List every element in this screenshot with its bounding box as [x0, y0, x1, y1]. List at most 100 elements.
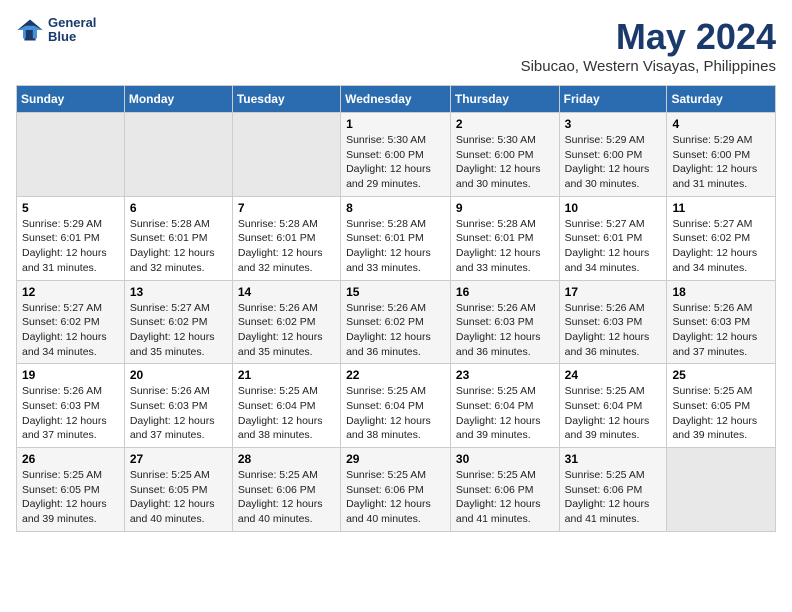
main-title: May 2024	[521, 16, 776, 58]
day-number: 13	[130, 285, 227, 299]
day-info: Sunrise: 5:25 AM Sunset: 6:05 PM Dayligh…	[22, 468, 119, 527]
day-number: 8	[346, 201, 445, 215]
day-number: 15	[346, 285, 445, 299]
day-number: 28	[238, 452, 335, 466]
day-info: Sunrise: 5:25 AM Sunset: 6:04 PM Dayligh…	[565, 384, 662, 443]
logo-icon	[16, 16, 44, 44]
day-number: 24	[565, 368, 662, 382]
logo: General Blue	[16, 16, 96, 45]
day-info: Sunrise: 5:27 AM Sunset: 6:01 PM Dayligh…	[565, 217, 662, 276]
day-info: Sunrise: 5:25 AM Sunset: 6:04 PM Dayligh…	[238, 384, 335, 443]
calendar-cell: 19 Sunrise: 5:26 AM Sunset: 6:03 PM Dayli…	[17, 364, 125, 448]
day-info: Sunrise: 5:26 AM Sunset: 6:02 PM Dayligh…	[238, 301, 335, 360]
day-number: 25	[672, 368, 770, 382]
calendar-week-5: 26Sunrise: 5:25 AM Sunset: 6:05 PM Dayli…	[17, 448, 776, 532]
day-number: 2	[456, 117, 554, 131]
calendar-cell: 17 Sunrise: 5:26 AM Sunset: 6:03 PM Dayli…	[559, 280, 667, 364]
day-info: Sunrise: 5:25 AM Sunset: 6:04 PM Dayligh…	[456, 384, 554, 443]
day-number: 10	[565, 201, 662, 215]
calendar-cell	[232, 113, 340, 197]
calendar-cell: 3 Sunrise: 5:29 AM Sunset: 6:00 PM Daylig…	[559, 113, 667, 197]
calendar-cell: 26Sunrise: 5:25 AM Sunset: 6:05 PM Dayli…	[17, 448, 125, 532]
day-info: Sunrise: 5:27 AM Sunset: 6:02 PM Dayligh…	[672, 217, 770, 276]
calendar-cell: 9Sunrise: 5:28 AM Sunset: 6:01 PM Daylig…	[450, 196, 559, 280]
column-header-saturday: Saturday	[667, 86, 776, 113]
day-number: 27	[130, 452, 227, 466]
day-info: Sunrise: 5:26 AM Sunset: 6:03 PM Dayligh…	[565, 301, 662, 360]
calendar-cell: 25 Sunrise: 5:25 AM Sunset: 6:05 PM Dayli…	[667, 364, 776, 448]
column-header-wednesday: Wednesday	[341, 86, 451, 113]
day-number: 11	[672, 201, 770, 215]
calendar-cell	[124, 113, 232, 197]
calendar-cell	[667, 448, 776, 532]
calendar-cell: 11 Sunrise: 5:27 AM Sunset: 6:02 PM Dayli…	[667, 196, 776, 280]
calendar-cell: 14 Sunrise: 5:26 AM Sunset: 6:02 PM Dayli…	[232, 280, 340, 364]
day-info: Sunrise: 5:25 AM Sunset: 6:06 PM Dayligh…	[346, 468, 445, 527]
column-header-thursday: Thursday	[450, 86, 559, 113]
day-number: 19	[22, 368, 119, 382]
day-number: 30	[456, 452, 554, 466]
day-number: 5	[22, 201, 119, 215]
calendar-header-row: SundayMondayTuesdayWednesdayThursdayFrid…	[17, 86, 776, 113]
day-number: 16	[456, 285, 554, 299]
calendar-cell: 2 Sunrise: 5:30 AM Sunset: 6:00 PM Daylig…	[450, 113, 559, 197]
day-info: Sunrise: 5:25 AM Sunset: 6:06 PM Dayligh…	[238, 468, 335, 527]
day-number: 1	[346, 117, 445, 131]
day-info: Sunrise: 5:28 AM Sunset: 6:01 PM Dayligh…	[238, 217, 335, 276]
day-info: Sunrise: 5:26 AM Sunset: 6:03 PM Dayligh…	[456, 301, 554, 360]
subtitle: Sibucao, Western Visayas, Philippines	[521, 58, 776, 75]
day-number: 31	[565, 452, 662, 466]
calendar-cell: 15 Sunrise: 5:26 AM Sunset: 6:02 PM Dayli…	[341, 280, 451, 364]
calendar-week-4: 19 Sunrise: 5:26 AM Sunset: 6:03 PM Dayli…	[17, 364, 776, 448]
day-number: 22	[346, 368, 445, 382]
calendar-cell: 31 Sunrise: 5:25 AM Sunset: 6:06 PM Dayli…	[559, 448, 667, 532]
day-number: 20	[130, 368, 227, 382]
calendar-week-2: 5 Sunrise: 5:29 AM Sunset: 6:01 PM Daylig…	[17, 196, 776, 280]
calendar-cell: 27 Sunrise: 5:25 AM Sunset: 6:05 PM Dayli…	[124, 448, 232, 532]
day-number: 23	[456, 368, 554, 382]
day-info: Sunrise: 5:25 AM Sunset: 6:05 PM Dayligh…	[672, 384, 770, 443]
calendar-cell: 20 Sunrise: 5:26 AM Sunset: 6:03 PM Dayli…	[124, 364, 232, 448]
day-info: Sunrise: 5:29 AM Sunset: 6:00 PM Dayligh…	[672, 133, 770, 192]
day-info: Sunrise: 5:26 AM Sunset: 6:03 PM Dayligh…	[22, 384, 119, 443]
day-number: 17	[565, 285, 662, 299]
day-info: Sunrise: 5:25 AM Sunset: 6:06 PM Dayligh…	[565, 468, 662, 527]
calendar-cell: 4 Sunrise: 5:29 AM Sunset: 6:00 PM Daylig…	[667, 113, 776, 197]
column-header-friday: Friday	[559, 86, 667, 113]
day-info: Sunrise: 5:25 AM Sunset: 6:06 PM Dayligh…	[456, 468, 554, 527]
day-info: Sunrise: 5:29 AM Sunset: 6:00 PM Dayligh…	[565, 133, 662, 192]
column-header-sunday: Sunday	[17, 86, 125, 113]
day-number: 7	[238, 201, 335, 215]
day-number: 4	[672, 117, 770, 131]
calendar-cell: 8Sunrise: 5:28 AM Sunset: 6:01 PM Daylig…	[341, 196, 451, 280]
calendar-cell: 28 Sunrise: 5:25 AM Sunset: 6:06 PM Dayli…	[232, 448, 340, 532]
day-info: Sunrise: 5:25 AM Sunset: 6:04 PM Dayligh…	[346, 384, 445, 443]
day-info: Sunrise: 5:30 AM Sunset: 6:00 PM Dayligh…	[346, 133, 445, 192]
calendar-cell: 21 Sunrise: 5:25 AM Sunset: 6:04 PM Dayli…	[232, 364, 340, 448]
calendar-week-3: 12Sunrise: 5:27 AM Sunset: 6:02 PM Dayli…	[17, 280, 776, 364]
calendar-cell: 5 Sunrise: 5:29 AM Sunset: 6:01 PM Daylig…	[17, 196, 125, 280]
day-number: 29	[346, 452, 445, 466]
day-number: 21	[238, 368, 335, 382]
day-info: Sunrise: 5:26 AM Sunset: 6:03 PM Dayligh…	[130, 384, 227, 443]
day-number: 3	[565, 117, 662, 131]
day-number: 18	[672, 285, 770, 299]
day-number: 14	[238, 285, 335, 299]
calendar-cell	[17, 113, 125, 197]
calendar-cell: 12Sunrise: 5:27 AM Sunset: 6:02 PM Dayli…	[17, 280, 125, 364]
calendar-body: 1 Sunrise: 5:30 AM Sunset: 6:00 PM Daylig…	[17, 113, 776, 532]
calendar-cell: 22 Sunrise: 5:25 AM Sunset: 6:04 PM Dayli…	[341, 364, 451, 448]
day-info: Sunrise: 5:29 AM Sunset: 6:01 PM Dayligh…	[22, 217, 119, 276]
calendar-cell: 29 Sunrise: 5:25 AM Sunset: 6:06 PM Dayli…	[341, 448, 451, 532]
calendar-cell: 16 Sunrise: 5:26 AM Sunset: 6:03 PM Dayli…	[450, 280, 559, 364]
calendar-cell: 7 Sunrise: 5:28 AM Sunset: 6:01 PM Daylig…	[232, 196, 340, 280]
day-info: Sunrise: 5:27 AM Sunset: 6:02 PM Dayligh…	[130, 301, 227, 360]
day-info: Sunrise: 5:28 AM Sunset: 6:01 PM Dayligh…	[130, 217, 227, 276]
day-number: 6	[130, 201, 227, 215]
calendar-cell: 23 Sunrise: 5:25 AM Sunset: 6:04 PM Dayli…	[450, 364, 559, 448]
calendar-cell: 6 Sunrise: 5:28 AM Sunset: 6:01 PM Daylig…	[124, 196, 232, 280]
day-info: Sunrise: 5:26 AM Sunset: 6:02 PM Dayligh…	[346, 301, 445, 360]
day-info: Sunrise: 5:30 AM Sunset: 6:00 PM Dayligh…	[456, 133, 554, 192]
calendar-table: SundayMondayTuesdayWednesdayThursdayFrid…	[16, 85, 776, 532]
day-info: Sunrise: 5:25 AM Sunset: 6:05 PM Dayligh…	[130, 468, 227, 527]
